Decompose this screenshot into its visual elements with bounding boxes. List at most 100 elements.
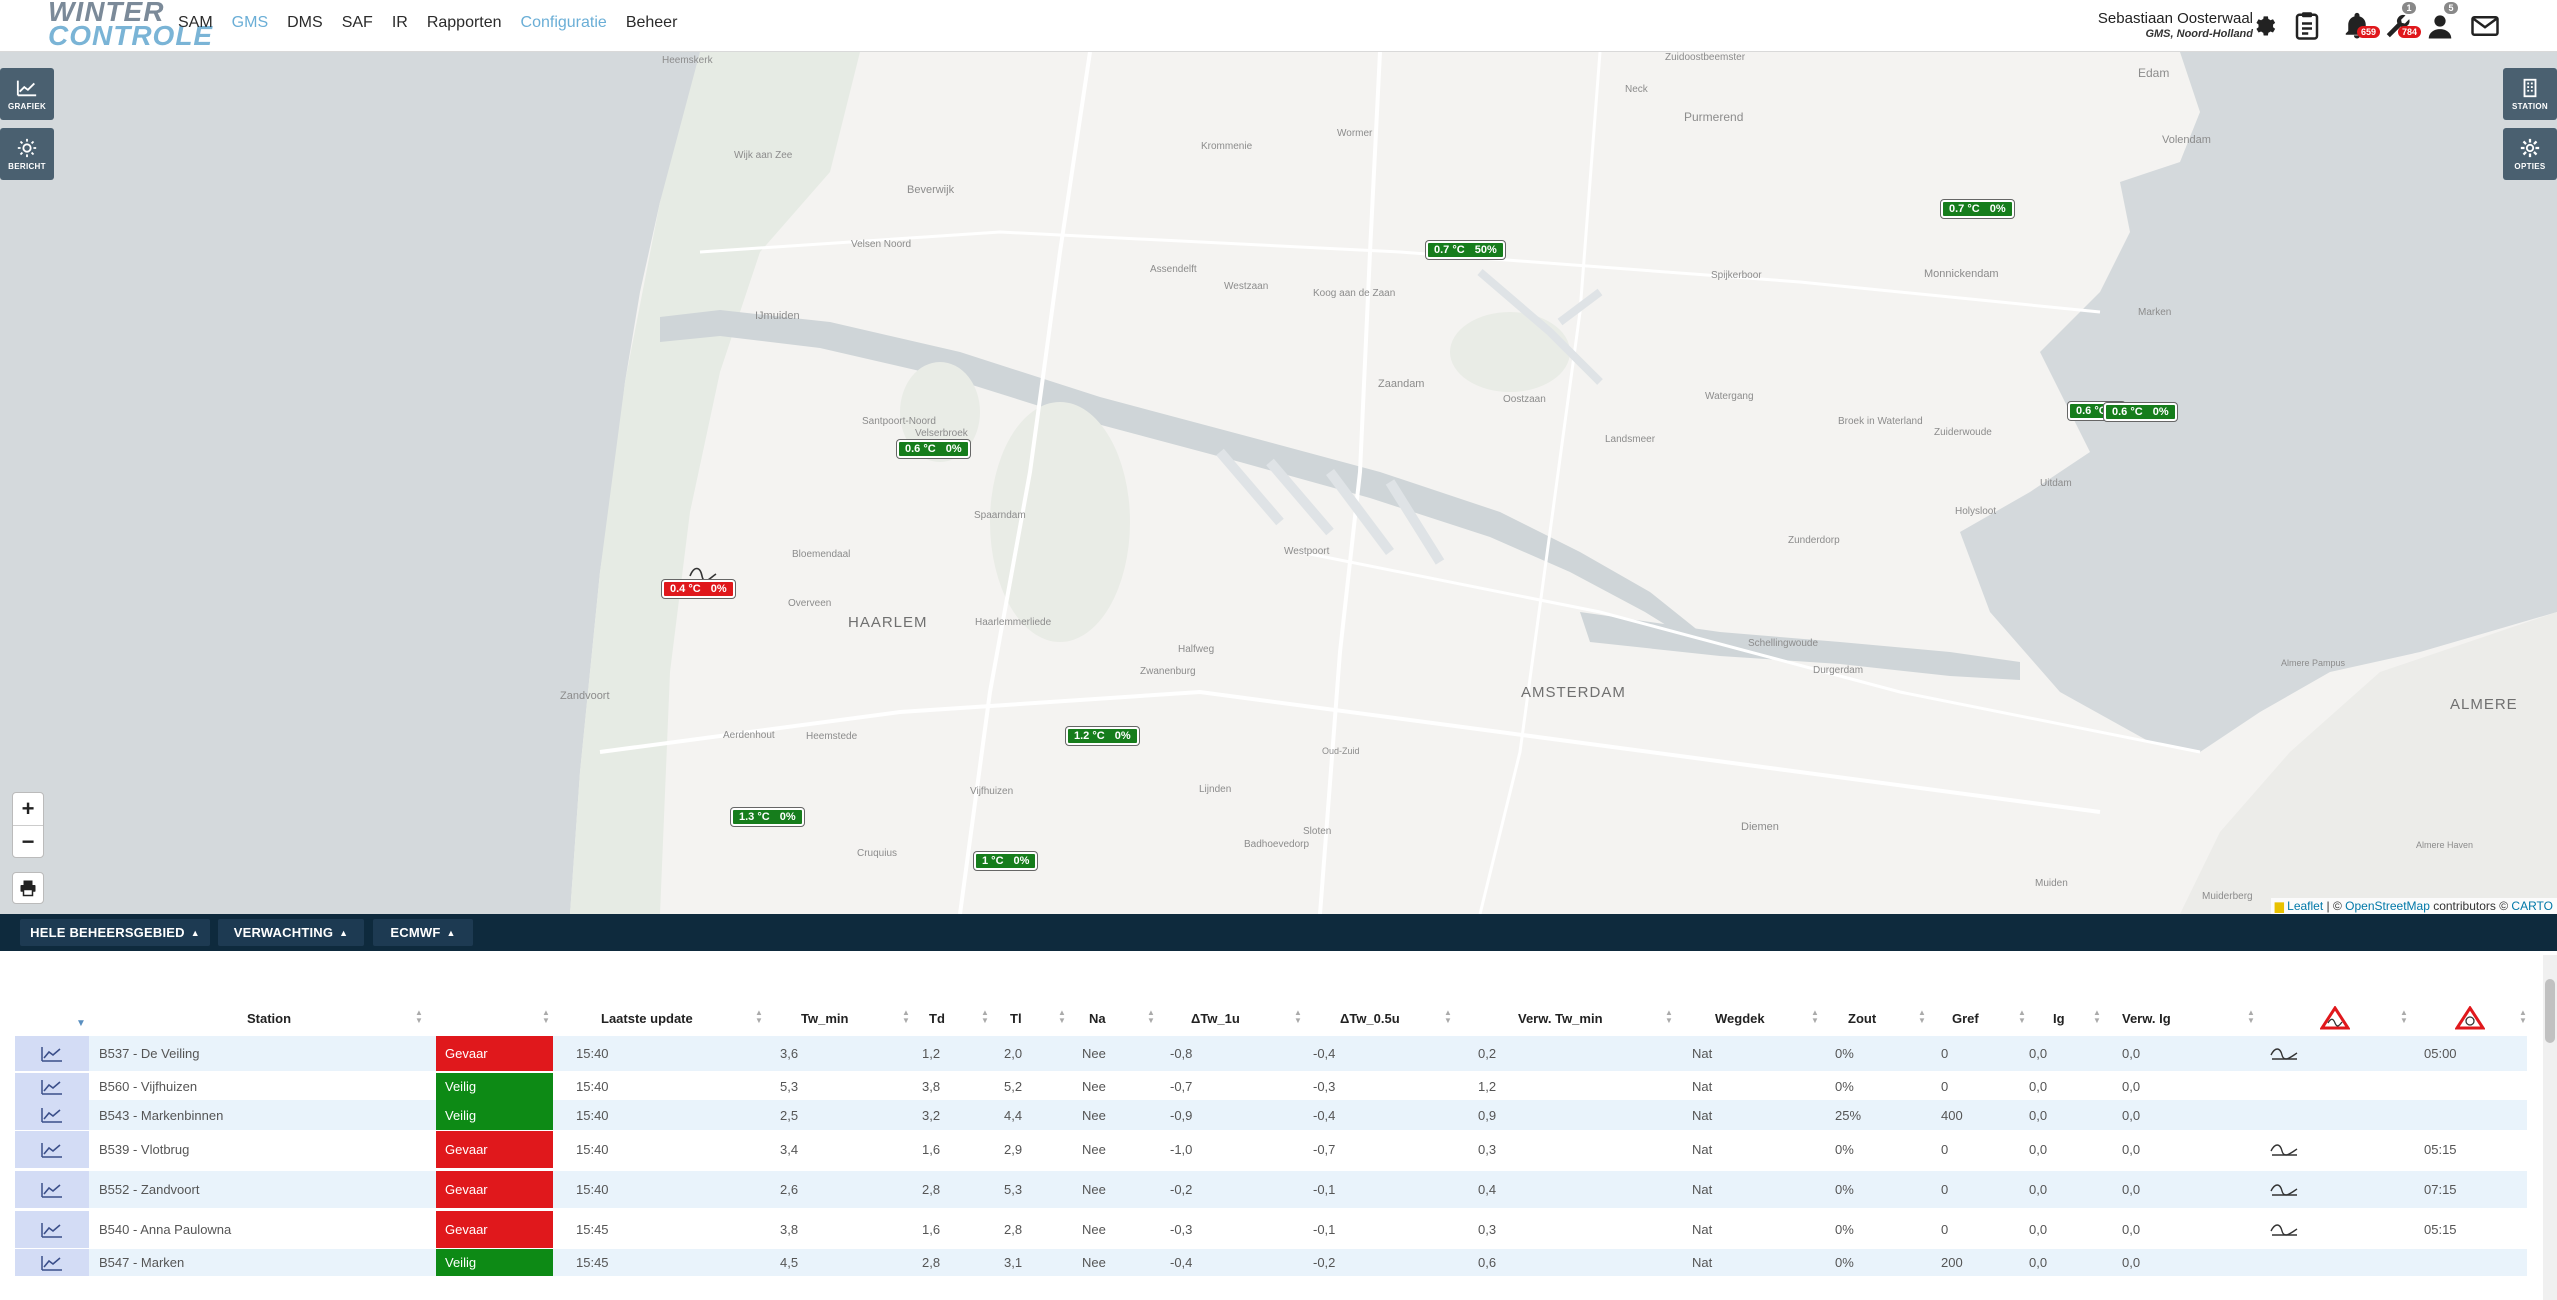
sort-icon[interactable]: ▲ ▼: [1918, 1009, 1926, 1025]
row-chart-icon[interactable]: [15, 1249, 89, 1276]
row-chart-icon[interactable]: [15, 1036, 89, 1071]
menu-item-saf[interactable]: SAF: [342, 14, 373, 32]
station-marker[interactable]: 1 °C 0%: [974, 852, 1038, 870]
mail-icon[interactable]: [2465, 6, 2505, 46]
table-row[interactable]: B539 - Vlotbrug Gevaar 15:40 3,4 1,6 2,9 Nee -1…: [15, 1131, 2527, 1168]
user-support-icon[interactable]: 5: [2420, 2, 2460, 46]
menu-item-ir[interactable]: IR: [392, 14, 408, 32]
header-td[interactable]: Td: [929, 1003, 945, 1033]
station-marker[interactable]: 1.2 °C 0%: [1066, 727, 1139, 745]
place-label: Assendelft: [1150, 264, 1197, 275]
cell-station[interactable]: B540 - Anna Paulowna: [99, 1211, 231, 1248]
header-verw-ig[interactable]: Verw. Ig: [2122, 1003, 2171, 1033]
sort-icon[interactable]: ▲ ▼: [1294, 1009, 1302, 1025]
forecast-dropdown[interactable]: VERWACHTING ▲: [218, 919, 364, 946]
row-chart-icon[interactable]: [15, 1211, 89, 1248]
table-scrollbar[interactable]: [2543, 955, 2557, 1300]
clipboard-icon[interactable]: [2287, 6, 2327, 46]
sort-icon[interactable]: ▲ ▼: [1665, 1009, 1673, 1025]
sort-icon[interactable]: ▲ ▼: [1444, 1009, 1452, 1025]
sort-icon[interactable]: ▲ ▼: [2018, 1009, 2026, 1025]
table-row[interactable]: B552 - Zandvoort Gevaar 15:40 2,6 2,8 5,3 Nee -…: [15, 1171, 2527, 1208]
station-button[interactable]: STATION: [2503, 68, 2557, 120]
sort-icon[interactable]: ▲ ▼: [1811, 1009, 1819, 1025]
place-label: Almere Haven: [2416, 840, 2474, 850]
user-info[interactable]: Sebastiaan Oosterwaal GMS, Noord-Holland: [2098, 10, 2253, 40]
table-row[interactable]: B540 - Anna Paulowna Gevaar 15:45 3,8 1,6 2,8…: [15, 1211, 2527, 1248]
station-marker-danger[interactable]: 0.4 °C 0%: [662, 580, 735, 598]
zoom-in-button[interactable]: +: [13, 793, 43, 825]
sort-icon[interactable]: ▲ ▼: [2093, 1009, 2101, 1025]
station-marker[interactable]: 0.6 °C 0%: [897, 440, 970, 458]
cell-station[interactable]: B539 - Vlotbrug: [99, 1131, 189, 1168]
model-dropdown[interactable]: ECMWF ▲: [373, 919, 473, 946]
tools-icon[interactable]: 1 784: [2378, 2, 2422, 46]
area-dropdown[interactable]: HELE BEHEERSGEBIED ▲: [20, 919, 210, 946]
menu-item-configuratie[interactable]: Configuratie: [521, 14, 607, 32]
sort-icon[interactable]: ▲ ▼: [1147, 1009, 1155, 1025]
sort-icon[interactable]: ▲ ▼: [902, 1009, 910, 1025]
sort-icon[interactable]: ▲ ▼: [981, 1009, 989, 1025]
cell-verw-tw-min: 1,2: [1478, 1079, 1497, 1094]
header-tl[interactable]: Tl: [1010, 1003, 1022, 1033]
header-dtw-05u[interactable]: ΔTw_0.5u: [1340, 1003, 1400, 1033]
header-ig[interactable]: Ig: [2053, 1003, 2065, 1033]
row-chart-icon[interactable]: [15, 1100, 89, 1130]
table-row[interactable]: B560 - Vijfhuizen Veilig 15:40 5,3 3,8 5,2 Nee…: [15, 1073, 2527, 1100]
sort-icon[interactable]: ▲ ▼: [755, 1009, 763, 1025]
row-chart-icon[interactable]: [15, 1171, 89, 1208]
message-button[interactable]: BERICHT: [0, 128, 54, 180]
header-dtw-1u[interactable]: ΔTw_1u: [1191, 1003, 1240, 1033]
sort-icon[interactable]: ▲ ▼: [542, 1009, 550, 1025]
table-row[interactable]: B547 - Marken Veilig 15:45 4,5 2,8 3,1 Nee -0,4…: [15, 1249, 2527, 1276]
row-chart-icon[interactable]: [15, 1073, 89, 1100]
table-row[interactable]: B543 - Markenbinnen Veilig 15:40 2,5 3,2 4,4 N…: [15, 1100, 2527, 1130]
menu-item-rapporten[interactable]: Rapporten: [427, 14, 502, 32]
settings-gear-icon[interactable]: [2244, 6, 2284, 46]
chart-button[interactable]: GRAFIEK: [0, 68, 54, 120]
zoom-out-button[interactable]: −: [13, 825, 43, 857]
station-marker[interactable]: 0.7 °C 50%: [1426, 241, 1505, 259]
cell-station[interactable]: B560 - Vijfhuizen: [99, 1073, 197, 1100]
station-marker[interactable]: 0.7 °C 0%: [1941, 200, 2014, 218]
alarm-bell-icon[interactable]: 659: [2337, 6, 2381, 46]
station-marker[interactable]: 1.3 °C 0%: [731, 808, 804, 826]
header-tw-min[interactable]: Tw_min: [801, 1003, 848, 1033]
row-chart-icon[interactable]: [15, 1131, 89, 1168]
cell-station[interactable]: B552 - Zandvoort: [99, 1171, 199, 1208]
sort-icon[interactable]: ▲ ▼: [2247, 1009, 2255, 1025]
place-label: ALMERE: [2450, 696, 2518, 713]
filter-caret-icon[interactable]: ▼: [76, 1003, 86, 1033]
options-button[interactable]: OPTIES: [2503, 128, 2557, 180]
menu-item-beheer[interactable]: Beheer: [626, 14, 678, 32]
cell-update: 15:45: [576, 1222, 609, 1237]
menu-item-gms[interactable]: GMS: [232, 14, 268, 32]
header-zout[interactable]: Zout: [1848, 1003, 1876, 1033]
station-button-label: STATION: [2511, 102, 2549, 111]
map-view[interactable]: Heemskerk Zuidoostbeemster Edam Neck Pur…: [0, 52, 2557, 914]
sort-icon[interactable]: ▲ ▼: [1058, 1009, 1066, 1025]
sort-icon[interactable]: ▲ ▼: [415, 1009, 423, 1025]
app-logo[interactable]: WINTER CONTROLE: [48, 0, 212, 51]
leaflet-link[interactable]: Leaflet: [2287, 899, 2323, 913]
table-row[interactable]: B537 - De Veiling Gevaar 15:40 3,6 1,2 2,0 Nee…: [15, 1036, 2527, 1071]
menu-item-sam[interactable]: SAM: [178, 14, 213, 32]
cell-station[interactable]: B547 - Marken: [99, 1249, 184, 1276]
header-gref[interactable]: Gref: [1952, 1003, 1979, 1033]
station-marker[interactable]: 0.6 °C 0%: [2104, 403, 2177, 421]
header-station[interactable]: Station: [247, 1003, 291, 1033]
menu-item-dms[interactable]: DMS: [287, 14, 323, 32]
scrollbar-thumb[interactable]: [2545, 979, 2555, 1043]
header-verw-tw-min[interactable]: Verw. Tw_min: [1518, 1003, 1603, 1033]
print-button[interactable]: [12, 872, 44, 904]
sort-icon[interactable]: ▲ ▼: [2400, 1009, 2408, 1025]
sort-icon[interactable]: ▲ ▼: [2519, 1009, 2527, 1025]
cell-station[interactable]: B537 - De Veiling: [99, 1036, 199, 1071]
cell-na: Nee: [1082, 1107, 1106, 1123]
header-laatste-update[interactable]: Laatste update: [601, 1003, 693, 1033]
cell-station[interactable]: B543 - Markenbinnen: [99, 1100, 223, 1130]
header-na[interactable]: Na: [1089, 1003, 1106, 1033]
osm-link[interactable]: OpenStreetMap: [2345, 899, 2430, 913]
header-wegdek[interactable]: Wegdek: [1715, 1003, 1765, 1033]
carto-link[interactable]: CARTO: [2511, 899, 2553, 913]
